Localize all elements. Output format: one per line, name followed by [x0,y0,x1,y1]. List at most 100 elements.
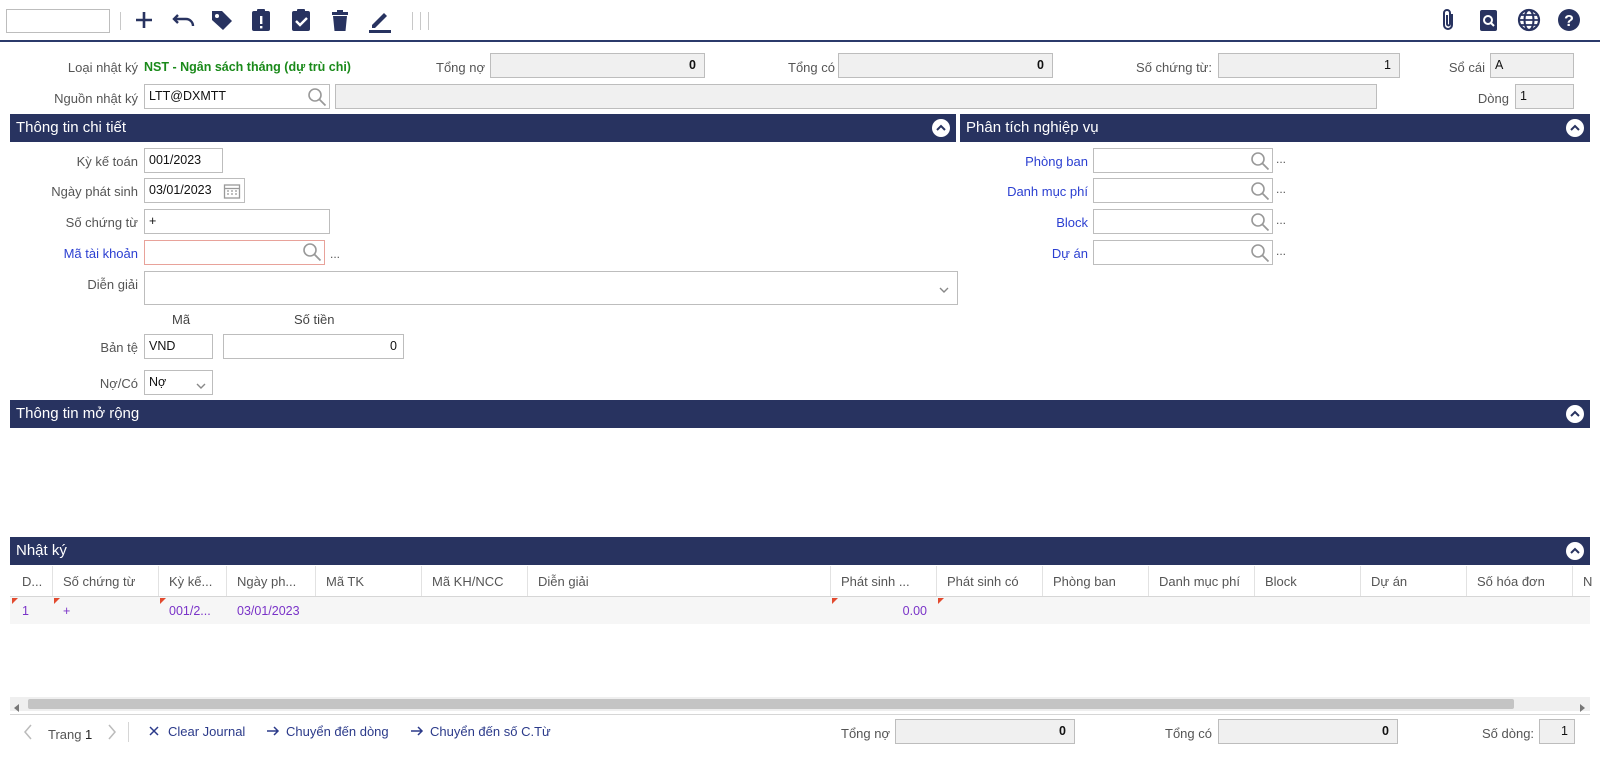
column-header[interactable]: Phát sinh ... [831,566,937,596]
detail-section-title: Thông tin chi tiết [16,119,127,136]
ky-ke-toan-label: Kỳ kế toán [76,154,138,169]
table-cell[interactable]: 03/01/2023 [227,598,316,624]
footer-tong-no-label: Tổng nợ [841,726,890,741]
nguon-nhat-ky-desc [335,84,1377,109]
pen-icon[interactable] [367,7,393,33]
column-header[interactable]: Mã TK [316,566,422,596]
nguon-nhat-ky-input[interactable]: LTT@DXMTT [144,84,330,109]
search-icon[interactable] [307,87,327,107]
column-header[interactable]: Block [1255,566,1361,596]
horizontal-scrollbar[interactable] [10,697,1590,712]
chevron-right-icon[interactable] [1578,700,1586,712]
chevron-down-icon[interactable] [195,379,207,389]
analysis-section-header: Phân tích nghiệp vụ [960,114,1590,142]
search-icon[interactable] [1250,151,1270,171]
ky-ke-toan-input[interactable]: 001/2023 [144,148,223,173]
block-label[interactable]: Block [960,215,1088,230]
globe-icon[interactable] [1516,7,1542,33]
attachment-icon[interactable] [1436,7,1462,33]
ma-tai-khoan-input[interactable] [144,240,325,265]
du-an-input[interactable] [1093,240,1273,265]
page-number: 1 [85,727,93,742]
calendar-icon[interactable] [223,182,241,200]
chuyen-den-so-ct-label: Chuyển đến số C.Từ [430,724,551,739]
search-icon[interactable] [1250,181,1270,201]
collapse-icon[interactable] [1566,542,1584,560]
column-header[interactable]: Phòng ban [1043,566,1149,596]
chevron-down-icon[interactable] [938,283,950,293]
search-icon[interactable] [1250,212,1270,232]
column-header[interactable]: Số chứng từ [53,566,159,596]
more-options-button[interactable]: ... [1276,182,1286,196]
column-header[interactable]: Dự án [1361,566,1467,596]
clear-journal-label: Clear Journal [168,724,246,739]
clear-journal-button[interactable]: Clear Journal [148,724,245,739]
toolbar-separator [412,12,413,30]
column-header[interactable]: Danh mục phí [1149,566,1255,596]
more-options-button[interactable]: ... [1276,213,1286,227]
detail-section-header: Thông tin chi tiết [10,114,956,142]
no-co-select-value: Nợ [149,375,167,389]
ban-te-ma-input[interactable]: VND [144,334,213,359]
table-cell[interactable]: + [53,598,159,624]
ma-tai-khoan-label[interactable]: Mã tài khoản [20,246,138,261]
add-icon[interactable] [131,7,157,33]
footer-tong-co-field: 0 [1218,719,1398,744]
more-options-button[interactable]: ... [330,247,340,261]
undo-icon[interactable] [171,7,197,33]
chevron-right-icon[interactable] [106,723,118,741]
toolbar-separator [428,12,429,30]
scrollbar-thumb[interactable] [28,699,1514,709]
journal-section-header: Nhật ký [10,537,1590,565]
column-header[interactable]: D... [12,566,53,596]
svg-text:?: ? [1564,13,1574,30]
phong-ban-label[interactable]: Phòng ban [960,154,1088,169]
table-cell[interactable]: 001/2... [159,598,227,624]
column-header[interactable]: Số hóa đơn [1467,566,1573,596]
so-chung-tu-header-label: Số chứng từ: [1136,60,1212,75]
column-header[interactable]: Ngày ph... [227,566,316,596]
more-options-button[interactable]: ... [1276,244,1286,258]
du-an-label[interactable]: Dự án [960,246,1088,261]
collapse-icon[interactable] [932,119,950,137]
collapse-icon[interactable] [1566,119,1584,137]
column-header[interactable]: Diễn giải [528,566,831,596]
clipboard-check-icon[interactable] [288,7,314,33]
toolbar: ? [0,0,1600,42]
chevron-left-icon[interactable] [22,723,34,741]
search-icon[interactable] [1250,243,1270,263]
so-dong-label: Số dòng: [1482,726,1535,741]
chevron-left-icon[interactable] [13,700,21,712]
ban-te-so-tien-input[interactable]: 0 [223,334,404,359]
toolbar-search-input[interactable] [6,9,110,33]
so-chung-tu-input[interactable]: + [144,209,330,234]
extended-section-title: Thông tin mở rộng [16,405,140,422]
chuyen-den-so-ct-button[interactable]: Chuyển đến số C.Từ [410,724,551,739]
phong-ban-input[interactable] [1093,148,1273,173]
tag-icon[interactable] [209,7,235,33]
table-cell[interactable]: 1 [12,598,53,624]
footer-tong-no-field: 0 [895,719,1075,744]
dong-field: 1 [1515,84,1574,109]
dien-giai-input[interactable] [144,271,958,305]
table-cell[interactable]: 0.00 [831,598,937,624]
clipboard-alert-icon[interactable] [248,7,274,33]
toolbar-separator [420,12,421,30]
footer-separator [128,722,129,742]
column-header[interactable]: Mã KH/NCC [422,566,528,596]
column-header[interactable]: Phát sinh có [937,566,1043,596]
column-header[interactable]: N [1573,566,1593,596]
collapse-icon[interactable] [1566,405,1584,423]
search-document-icon[interactable] [1476,7,1502,33]
chuyen-den-dong-button[interactable]: Chuyển đến dòng [266,724,389,739]
nguon-nhat-ky-label: Nguồn nhật ký [54,91,138,106]
help-icon[interactable]: ? [1556,7,1582,33]
danh-muc-phi-label[interactable]: Danh mục phí [960,184,1088,199]
search-icon[interactable] [302,242,322,262]
column-header[interactable]: Kỳ kế... [159,566,227,596]
danh-muc-phi-input[interactable] [1093,178,1273,203]
trash-icon[interactable] [327,7,353,33]
so-cai-label: Sổ cái [1448,60,1485,75]
more-options-button[interactable]: ... [1276,152,1286,166]
block-input[interactable] [1093,209,1273,234]
